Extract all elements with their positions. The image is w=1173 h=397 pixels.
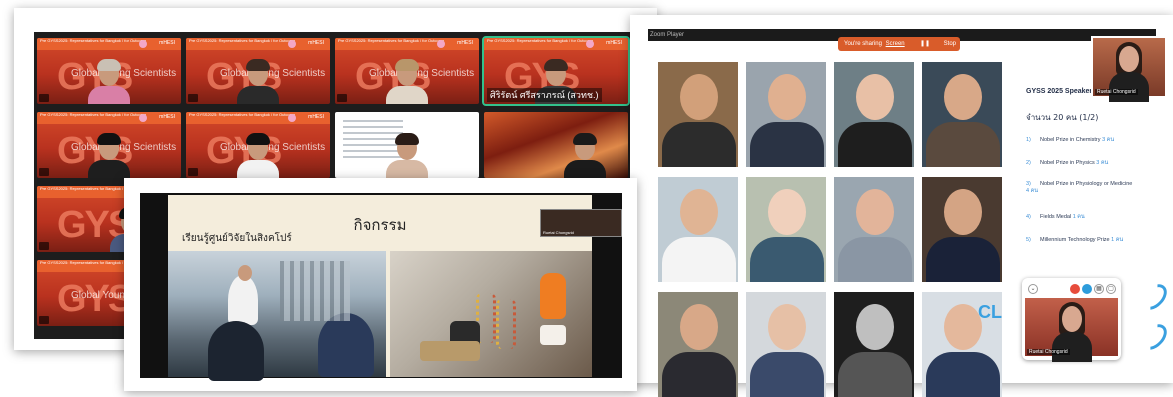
camera-name-label: Ruetai Chongsrid — [1027, 349, 1070, 355]
brand-label: mHESI — [308, 114, 324, 120]
brand-logo-icon — [586, 40, 594, 48]
participant-tile[interactable] — [484, 112, 628, 178]
speaker-thumbnail[interactable]: Ruetai Chongsrid — [540, 209, 622, 237]
participant-video — [235, 132, 281, 178]
mic-icon — [39, 168, 49, 176]
self-view-camera[interactable]: Ruetai Chongsrid — [1091, 36, 1167, 102]
speakers-screenshot: Zoom Player You're sharing Screen ❚❚ Sto… — [630, 15, 1173, 397]
mic-icon — [188, 94, 198, 102]
mic-icon — [39, 94, 49, 102]
thumbnail-name: Ruetai Chongsrid — [543, 230, 574, 235]
decorative-arcs — [1136, 62, 1172, 382]
slide-subtitle: เรียนรู้ศูนย์วิจัยในสิงคโปร์ — [182, 233, 292, 244]
speaker-photo — [658, 177, 738, 282]
brand-logo-icon — [288, 114, 296, 122]
category-number: 3) — [1026, 181, 1031, 187]
share-status-text: You're sharing — [844, 41, 882, 47]
participant-video — [562, 132, 608, 178]
participant-name: ศิริรัตน์ ศรีสราภรณ์ (สวทช.) — [487, 88, 602, 102]
category-count: 3 คน — [1102, 137, 1115, 143]
presentation-screenshot: กิจกรรม เรียนรู้ศูนย์วิจัยในสิงคโปร์ Rue… — [124, 178, 637, 391]
mic-icon — [39, 316, 49, 324]
share-target[interactable]: Screen — [886, 41, 905, 47]
mic-icon — [39, 242, 49, 250]
participant-tile[interactable]: Pre GYSS2025: Representatives for Bangko… — [37, 112, 181, 178]
brand-logo-icon — [139, 114, 147, 122]
category-label: Nobel Prize in Physics — [1040, 160, 1095, 166]
camera-name-label: Ruetai Chongsrid — [1095, 89, 1138, 95]
floating-video-feed: Ruetai Chongsrid — [1025, 298, 1118, 362]
participant-video — [384, 132, 430, 178]
floating-video-controls: ⌄ ▦ ▢ — [1026, 282, 1116, 296]
prize-category: 1) Nobel Prize in Chemistry 3 คน — [1026, 136, 1136, 144]
participant-tile[interactable]: Pre GYSS2025: Representatives for Bangko… — [335, 38, 479, 104]
category-label: Nobel Prize in Chemistry — [1040, 137, 1101, 143]
category-label: Millennium Technology Prize — [1040, 237, 1110, 243]
participant-tile[interactable]: Pre GYSS2025: Representatives for Bangko… — [186, 112, 330, 178]
3d-print-photo — [390, 251, 592, 377]
category-count: 1 คน — [1111, 237, 1124, 243]
participant-video — [235, 58, 281, 104]
participant-video — [86, 132, 132, 178]
stop-share-button[interactable]: Stop — [944, 37, 956, 51]
layout-icon[interactable]: ▦ — [1094, 284, 1104, 294]
category-count: 1 คน — [1072, 214, 1085, 220]
lab-photo — [168, 251, 386, 381]
speaker-photo-grid: CL — [658, 62, 1002, 397]
speaker-photo: CL — [922, 292, 1002, 397]
prize-category: 5) Millennium Technology Prize 1 คน — [1026, 236, 1136, 244]
category-label: Fields Medal — [1040, 214, 1072, 220]
participant-video — [86, 58, 132, 104]
prize-category: 3) Nobel Prize in Physiology or Medicine … — [1026, 181, 1136, 195]
panel-title: GYSS 2025 Speakers — [1026, 88, 1097, 95]
category-number: 1) — [1026, 137, 1031, 143]
prize-category: 4) Fields Medal 1 คน — [1026, 213, 1136, 221]
speaker-photo — [922, 177, 1002, 282]
participant-tile[interactable] — [335, 112, 479, 178]
brand-label: mHESI — [308, 40, 324, 46]
speaker-photo — [834, 62, 914, 167]
brand-logo-icon — [437, 40, 445, 48]
speaker-photo — [746, 177, 826, 282]
presentation-frame: กิจกรรม เรียนรู้ศูนย์วิจัยในสิงคโปร์ Rue… — [140, 193, 622, 381]
brand-label: mHESI — [159, 114, 175, 120]
logo-letters: CL — [978, 302, 1002, 322]
participant-tile-active[interactable]: Pre GYSS2025: Representatives for Bangko… — [482, 36, 630, 106]
screen-share-bar: You're sharing Screen ❚❚ Stop — [838, 37, 960, 51]
slide: กิจกรรม เรียนรู้ศูนย์วิจัยในสิงคโปร์ — [168, 195, 592, 381]
speaker-photo — [658, 292, 738, 397]
chevron-down-icon[interactable]: ⌄ — [1028, 284, 1038, 294]
participant-video — [384, 58, 430, 104]
category-count: 4 คน — [1026, 188, 1039, 194]
category-label: Nobel Prize in Physiology or Medicine — [1040, 181, 1133, 187]
pause-icon[interactable]: ❚❚ — [920, 37, 930, 51]
speaker-photo — [922, 62, 1002, 167]
app-title: Zoom Player — [650, 32, 685, 38]
camera-icon[interactable] — [1082, 284, 1092, 294]
panel-count: จำนวน 20 คน (1/2) — [1026, 113, 1099, 122]
category-number: 2) — [1026, 160, 1031, 166]
category-count: 3 คน — [1096, 160, 1109, 166]
brand-label: mHESI — [457, 40, 473, 46]
speaker-photo — [746, 62, 826, 167]
speaker-photo — [834, 177, 914, 282]
participant-tile[interactable]: Pre GYSS2025: Representatives for Bangko… — [37, 38, 181, 104]
speaker-photo — [746, 292, 826, 397]
category-number: 4) — [1026, 214, 1031, 220]
brand-logo-icon — [288, 40, 296, 48]
mic-icon — [188, 168, 198, 176]
mic-icon[interactable] — [1070, 284, 1080, 294]
participant-tile[interactable]: Pre GYSS2025: Representatives for Bangko… — [186, 38, 330, 104]
brand-logo-icon — [139, 40, 147, 48]
category-number: 5) — [1026, 237, 1031, 243]
prize-category: 2) Nobel Prize in Physics 3 คน — [1026, 159, 1136, 167]
pin-icon[interactable]: ▢ — [1106, 284, 1116, 294]
brand-label: mHESI — [159, 40, 175, 46]
brand-label: mHESI — [606, 40, 622, 46]
mic-icon — [337, 94, 347, 102]
speaker-photo — [834, 292, 914, 397]
speaker-photo — [658, 62, 738, 167]
floating-video-window[interactable]: ⌄ ▦ ▢ Ruetai Chongsrid — [1022, 278, 1121, 362]
